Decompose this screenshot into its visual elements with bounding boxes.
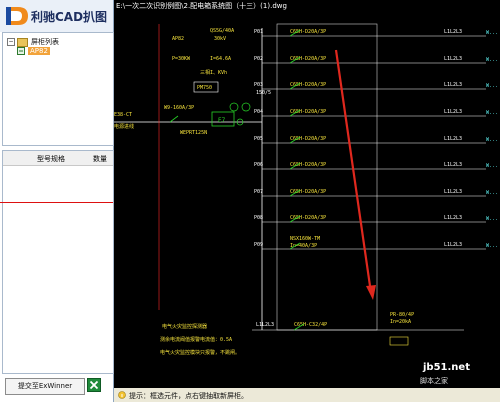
component-grid[interactable]: 型号规格 数量 (2, 150, 114, 374)
column-model[interactable]: 型号规格 (37, 154, 65, 164)
grid-header: 型号规格 数量 (3, 151, 113, 166)
circuit-p01: P01 C65H-D20A/3P L1L2L3 (254, 29, 486, 37)
circuit-breaker: C65H-D20A/3P (290, 136, 326, 142)
circuit-phase: L1L2L3 (444, 162, 462, 168)
svg-text:W...: W... (486, 30, 498, 36)
panel-id: AP82 (172, 36, 184, 42)
circuit-id: P05 (254, 136, 263, 142)
circuit-id: P08 (254, 215, 263, 221)
circuit-p08: P08 C65H-D20A/3P L1L2L3 (254, 215, 486, 223)
current-value: I=64.6A (210, 56, 231, 62)
circuit-id: P06 (254, 162, 263, 168)
circuit-phase: L1L2L3 (444, 29, 462, 35)
watermark: jb51.net (423, 362, 470, 373)
incoming-model: QS5G/40A (210, 28, 234, 34)
circuit-phase: L1L2L3 (444, 109, 462, 115)
circuit-id: P09 (254, 242, 263, 248)
circuit-p03: P03 C65H-D20A/3P L1L2L3 (254, 82, 486, 90)
power-value: P=30KW (172, 56, 191, 62)
app-title: 利驰CAD扒图 (31, 10, 108, 24)
bottom-phase: L1L2L3 (256, 322, 274, 328)
circuit-id: P04 (254, 109, 263, 115)
svg-text:W...: W... (486, 110, 498, 116)
circuit-p06: P06 C65H-D20A/3P L1L2L3 (254, 162, 486, 170)
svg-text:W...: W... (486, 216, 498, 222)
circuit-phase: L1L2L3 (444, 136, 462, 142)
tree-item-ap82[interactable]: AP82 (17, 47, 50, 55)
circuit-p04: P04 C65H-D20A/3P L1L2L3 (254, 109, 486, 117)
svg-text:W...: W... (486, 57, 498, 63)
circuit-id: P02 (254, 56, 263, 62)
circuit-phase: L1L2L3 (444, 215, 462, 221)
circuit-phase: L1L2L3 (444, 242, 462, 248)
spare-rating: In=40A/3P (290, 243, 317, 249)
circuit-phase: L1L2L3 (444, 189, 462, 195)
circuit-breaker: C65H-D20A/3P (290, 109, 326, 115)
circuit-phase: L1L2L3 (444, 56, 462, 62)
circuit-breaker: C65H-D20A/3P (290, 215, 326, 221)
circuit-id: P01 (254, 29, 263, 35)
tree-item-label: AP82 (28, 47, 50, 55)
fuse-model: PR-80/4P (390, 312, 414, 318)
status-bar: 提示：框选元件，点右键抽取新屏柜。 (114, 388, 500, 402)
annotation-arrow (334, 49, 376, 300)
cad-drawing[interactable]: AP82 QS5G/40A 30kV P=30KW I=64.6A 三相I、KV… (114, 10, 500, 388)
note-line-1: 电气火灾监控探测器 (162, 323, 207, 330)
circuit-id: P03 (254, 82, 263, 88)
svg-text:W...: W... (486, 243, 498, 249)
feeder-label: E38-CT (114, 112, 132, 118)
excel-export-icon[interactable] (87, 378, 101, 392)
svg-text:W...: W... (486, 190, 498, 196)
phase-text: 三相I、KVh (200, 69, 227, 76)
svg-text:W...: W... (486, 83, 498, 89)
sidebar: 利驰CAD扒图 − 屏柜列表 AP82 型号规格 数量 提交至ExWinner (0, 0, 114, 402)
watermark-sub: 脚本之家 (420, 377, 448, 385)
note-line-2: 测余电流阀值报警电流值：0.5A (160, 336, 232, 343)
main-breaker-label: W9-160A/3P (164, 105, 194, 111)
column-quantity[interactable]: 数量 (93, 154, 107, 164)
tree-root-label: 屏柜列表 (31, 38, 59, 46)
circuit-p07: P07 C65H-D20A/3P L1L2L3 (254, 189, 486, 197)
circuit-breaker: C65H-D20A/3P (290, 82, 326, 88)
note-line-3: 电气火灾监控模块只报警，不跳闸。 (160, 349, 240, 356)
circuit-breaker: C65H-D20A/3P (290, 29, 326, 35)
ct-ratio: 150/5 (256, 90, 271, 96)
circuit-phase: L1L2L3 (444, 82, 462, 88)
meter-model: WEPRT125N (180, 130, 207, 136)
circuit-p09: P09 NSX160W-TM In=40A/3P L1L2L3 (254, 236, 486, 250)
fuse-box (389, 336, 409, 346)
info-icon (118, 391, 126, 399)
ct-model: PM750 (197, 85, 212, 91)
folder-icon (17, 37, 28, 47)
fuse-rating: In=20kA (390, 319, 411, 325)
submit-exwinner-button[interactable]: 提交至ExWinner (5, 378, 85, 395)
logo-bar: 利驰CAD扒图 (0, 0, 113, 32)
circuit-p05: P05 C65H-D20A/3P L1L2L3 (254, 136, 486, 144)
cabinet-tree[interactable]: − 屏柜列表 AP82 (2, 32, 114, 146)
collapse-icon[interactable]: − (7, 38, 15, 46)
red-guide-line (0, 202, 113, 203)
circuit-p02: P02 C65H-D20A/3P L1L2L3 (254, 56, 486, 64)
svg-text:W...: W... (486, 163, 498, 169)
circuit-breaker: C65H-D20A/3P (290, 56, 326, 62)
circuit-id: P07 (254, 189, 263, 195)
app-logo-icon (6, 7, 28, 25)
meter-label: E7 (218, 117, 226, 124)
circuit-breaker: C65H-D20A/3P (290, 162, 326, 168)
status-text: 提示：框选元件，点右键抽取新屏柜。 (129, 392, 248, 400)
incoming-rating: 30kV (214, 36, 226, 42)
cabinet-icon (17, 47, 25, 55)
circuit-breaker: C65H-D20A/3P (290, 189, 326, 195)
spare-model: NSX160W-TM (290, 236, 320, 242)
tree-root[interactable]: − 屏柜列表 (7, 37, 59, 47)
feeder-note: 电源进线 (114, 123, 134, 130)
svg-text:W...: W... (486, 137, 498, 143)
